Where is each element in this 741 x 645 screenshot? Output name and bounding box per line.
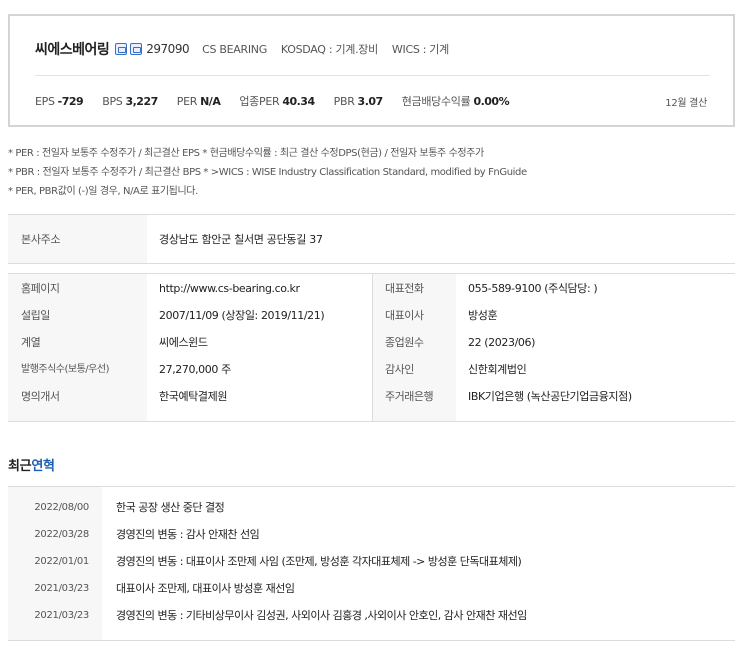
history-date: 2022/03/28 [34,529,89,540]
wics-sector: WICS : 기계 [391,43,449,56]
auditor-label: 감사인 [385,363,414,376]
footnote: * PER : 전일자 보통주 수정주가 / 최근결산 EPS * 현금배당수익… [8,148,484,159]
company-title-row: 씨에스베어링 297090 CS BEARING KOSDAQ : 기계.장비 … [35,39,449,59]
history-events: 한국 공장 생산 중단 결정 경영진의 변동 : 감사 안재찬 선임 경영진의 … [102,487,735,640]
info-left-labels: 홈페이지 설립일 계열 발행주식수(보통/우선) 명의개서 [8,274,147,421]
founded-label: 설립일 [21,309,50,322]
auditor-value: 신한회계법인 [468,363,527,376]
stock-code: 297090 [146,42,190,56]
history-dates: 2022/08/00 2022/03/28 2022/01/01 2021/03… [8,487,102,640]
employees-label: 종업원수 [385,336,424,349]
homepage-link[interactable]: http://www.cs-bearing.co.kr [147,282,372,309]
shares-value: 27,270,000 주 [159,363,231,376]
history-event: 한국 공장 생산 중단 결정 [116,501,225,514]
phone-label: 대표전화 [385,282,424,295]
affiliate-value: 씨에스윈드 [159,336,208,349]
company-icon[interactable] [130,43,143,55]
metric-eps: EPS -729 [35,95,84,108]
history-table: 2022/08/00 2022/03/28 2022/01/01 2021/03… [8,486,735,641]
address-table: 본사주소 경상남도 함안군 칠서면 공단동길 37 [8,214,735,264]
info-right-values: 055-589-9100 (주식담당: ) 방성훈 22 (2023/06) 신… [456,274,735,421]
main-bank-label: 주거래은행 [385,390,434,403]
history-date: 2022/01/01 [34,556,89,567]
history-event: 대표이사 조만제, 대표이사 방성훈 재선임 [116,582,295,595]
affiliate-label: 계열 [21,336,41,349]
history-event: 경영진의 변동 : 감사 안재찬 선임 [116,528,260,541]
history-heading: 최근연혁 [8,459,55,474]
transfer-agent-label: 명의개서 [21,390,60,403]
metric-per: PER N/A [176,95,221,108]
history-date: 2021/03/23 [34,583,89,594]
transfer-agent-value: 한국예탁결제원 [159,390,228,403]
footnote: * PBR : 전일자 보통주 수정주가 / 최근결산 BPS * >WICS … [8,167,527,178]
fiscal-year-end: 12월 결산 [665,98,707,109]
english-name: CS BEARING [202,42,267,56]
founded-value: 2007/11/09 (상장일: 2019/11/21) [159,309,325,322]
metric-pbr: PBR 3.07 [333,95,384,108]
header-divider [35,75,710,76]
history-event: 경영진의 변동 : 기타비상무이사 김성권, 사외이사 김홍경 ,사외이사 안호… [116,609,527,622]
ceo-label: 대표이사 [385,309,424,322]
address-value: 경상남도 함안군 칠서면 공단동길 37 [159,233,323,246]
company-summary-box: 씨에스베어링 297090 CS BEARING KOSDAQ : 기계.장비 … [8,14,735,127]
metric-bps: BPS 3,227 [102,95,158,108]
history-date: 2021/03/23 [34,610,89,621]
employees-value: 22 (2023/06) [468,336,535,349]
homepage-label: 홈페이지 [21,282,60,295]
metrics-row: EPS -729 BPS 3,227 PER N/A 업종PER 40.34 PBR 3.… [35,93,528,109]
shares-label: 발행주식수(보통/우선) [21,364,109,375]
address-label: 본사주소 [8,215,147,263]
main-bank-value: IBK기업은행 (녹산공단기업금융지점) [468,390,632,403]
metric-industry-per: 업종PER 40.34 [239,95,315,108]
phone-value: 055-589-9100 (주식담당: ) [468,282,598,295]
metric-dividend-yield: 현금배당수익률 0.00% [401,95,510,108]
market-icon[interactable] [115,43,128,55]
info-left-values: http://www.cs-bearing.co.kr 2007/11/09 (… [147,274,372,421]
footnote: * PER, PBR값이 (-)일 경우, N/A로 표기됩니다. [8,186,198,197]
history-event: 경영진의 변동 : 대표이사 조만제 사임 (조만제, 방성훈 각자대표체제 -… [116,555,522,568]
footnotes: * PER : 전일자 보통주 수정주가 / 최근결산 EPS * 현금배당수익… [8,144,527,201]
company-name: 씨에스베어링 [35,42,110,58]
history-date: 2022/08/00 [34,502,89,513]
company-info-table: 홈페이지 설립일 계열 발행주식수(보통/우선) 명의개서 http://www… [8,273,735,422]
info-right-labels: 대표전화 대표이사 종업원수 감사인 주거래은행 [372,274,456,421]
ceo-value: 방성훈 [468,309,498,322]
market-sector: KOSDAQ : 기계.장비 [280,43,378,56]
